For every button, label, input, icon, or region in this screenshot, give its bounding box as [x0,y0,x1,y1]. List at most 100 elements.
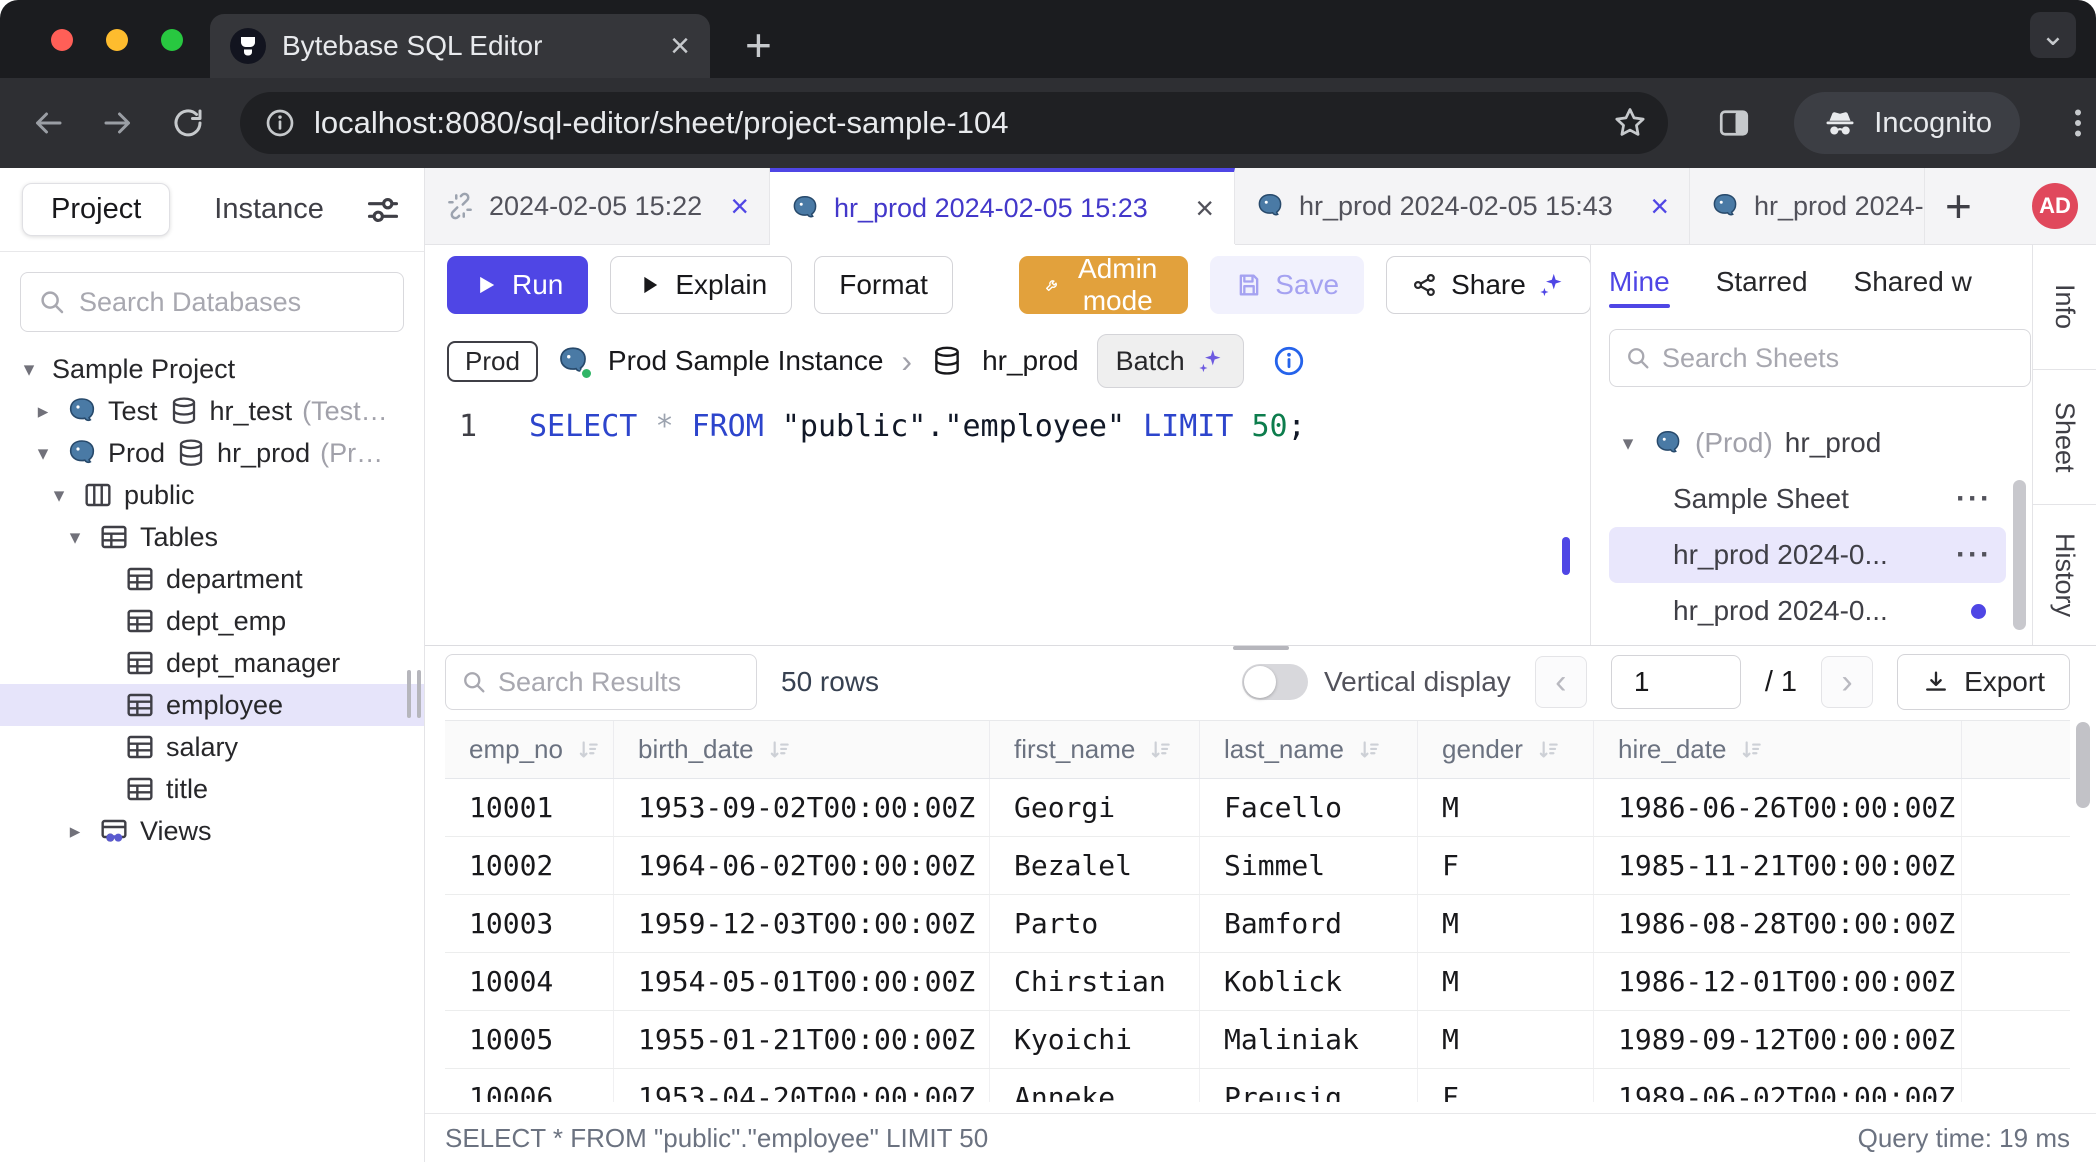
sheet-tab[interactable]: hr_prod 2024-02-05 15:23 × [770,168,1235,244]
run-button[interactable]: Run [447,256,588,314]
forward-icon[interactable] [100,105,136,141]
sidebar-resize-handle[interactable] [407,670,421,718]
panel-resize-handle[interactable] [1233,645,1289,650]
column-header[interactable]: emp_no [445,721,614,778]
sheet-search-input[interactable] [1662,343,2016,374]
tree-caret-icon[interactable]: ▸ [62,819,88,843]
tree-row[interactable]: department [0,558,424,600]
column-header[interactable]: last_name [1200,721,1418,778]
tree-row[interactable]: ▸ Views [0,810,424,852]
sheet-filter-tab[interactable]: Starred [1716,266,1808,304]
cell-gender: M [1418,779,1594,836]
cell-first-name: Bezalel [990,837,1200,894]
sheet-tab[interactable]: 2024-02-05 15:22 × [425,168,770,244]
more-icon[interactable]: ··· [1956,538,1992,572]
vertical-tab[interactable]: Sheet [2033,370,2096,505]
table-row[interactable]: 10001 1953-09-02T00:00:00Z Georgi Facell… [445,779,2070,837]
export-button[interactable]: Export [1897,654,2070,710]
prev-page-button[interactable]: ‹ [1535,656,1587,708]
tree-row[interactable]: ▸ Test hr_test (Test… [0,390,424,432]
browser-tab[interactable]: Bytebase SQL Editor × [210,14,710,78]
window-close-button[interactable] [51,29,73,51]
column-header[interactable]: hire_date [1594,721,1962,778]
address-bar[interactable]: localhost:8080/sql-editor/sheet/project-… [240,92,1668,154]
tree-caret-icon[interactable]: ▸ [30,399,56,423]
next-page-button[interactable]: › [1821,656,1873,708]
new-sheet-button[interactable]: + [1945,179,1972,233]
format-button[interactable]: Format [814,256,953,314]
tree-caret-icon[interactable]: ▾ [46,483,72,507]
sheet-tab[interactable]: hr_prod 2024-02-05 15:43 × [1235,168,1690,244]
tree-row[interactable]: title [0,768,424,810]
instance-name[interactable]: Prod Sample Instance [608,345,884,377]
vertical-display-toggle[interactable] [1242,664,1308,700]
batch-button[interactable]: Batch [1097,334,1244,388]
side-panel-icon[interactable] [1716,105,1752,141]
bookmark-star-icon[interactable] [1612,105,1648,141]
window-minimize-button[interactable] [106,29,128,51]
results-scrollbar[interactable] [2076,722,2090,808]
tree-row[interactable]: ▾ public [0,474,424,516]
table-row[interactable]: 10004 1954-05-01T00:00:00Z Chirstian Kob… [445,953,2070,1011]
window-zoom-button[interactable] [161,29,183,51]
reload-icon[interactable] [170,105,206,141]
sheet-name: Sample Sheet [1673,483,1849,515]
tree-caret-icon[interactable]: ▾ [16,357,42,381]
database-sidebar: Project Instance ▾ Sample Proj [0,168,425,1162]
tree-row[interactable]: dept_manager [0,642,424,684]
browser-new-tab-button[interactable]: + [745,18,772,72]
close-icon[interactable]: × [1195,192,1214,224]
database-name[interactable]: hr_prod [982,345,1079,377]
info-icon[interactable] [1272,344,1306,378]
tree-row[interactable]: ▾ Prod hr_prod (Pr… [0,432,424,474]
tree-row[interactable]: ▾ Sample Project [0,348,424,390]
database-search-input[interactable] [79,287,387,318]
sheet-tab[interactable]: hr_prod 2024-0 × [1690,168,1925,244]
tree-row[interactable]: salary [0,726,424,768]
tab-instance[interactable]: Instance [214,193,324,226]
save-button[interactable]: Save [1210,256,1364,314]
more-icon[interactable]: ··· [1956,482,1992,516]
explain-button[interactable]: Explain [610,256,792,314]
back-icon[interactable] [30,105,66,141]
admin-mode-button[interactable]: Admin mode [1019,256,1188,314]
filter-sliders-icon[interactable] [364,191,402,229]
tree-caret-icon[interactable]: ▾ [62,525,88,549]
column-header[interactable]: first_name [990,721,1200,778]
sheet-list-item[interactable]: hr_prod 2024-0... ··· [1609,399,2006,415]
column-header[interactable]: gender [1418,721,1594,778]
close-icon[interactable]: × [1650,190,1669,222]
table-row[interactable]: 10006 1953-04-20T00:00:00Z Anneke Preusi… [445,1069,2070,1102]
browser-menu-icon[interactable] [2060,105,2096,141]
share-button[interactable]: Share [1386,256,1591,314]
sheet-list-item[interactable]: Sample Sheet ··· [1609,471,2006,527]
sheet-list-item[interactable]: hr_prod 2024-0... [1609,583,2006,639]
column-header[interactable]: birth_date [614,721,990,778]
results-search-input[interactable] [498,667,742,698]
cell-gender: M [1418,895,1594,952]
table-row[interactable]: 10002 1964-06-02T00:00:00Z Bezalel Simme… [445,837,2070,895]
sheet-list-item[interactable]: hr_prod 2024-0... ··· [1609,527,2006,583]
tab-search-chevron-icon[interactable]: ⌄ [2030,12,2076,58]
tree-caret-icon[interactable]: ▾ [1615,431,1641,455]
close-icon[interactable]: × [730,190,749,222]
avatar[interactable]: AD [2032,183,2078,229]
tab-project[interactable]: Project [22,183,170,236]
tree-caret-icon[interactable]: ▾ [30,441,56,465]
sheet-panel-scrollbar[interactable] [2013,480,2026,630]
tree-row[interactable]: ▾ Tables [0,516,424,558]
editor-scroll-marker[interactable] [1562,537,1570,575]
table-row[interactable]: 10003 1959-12-03T00:00:00Z Parto Bamford… [445,895,2070,953]
code-editor[interactable]: 1 SELECT * FROM "public"."employee" LIMI… [425,397,1590,645]
tree-row[interactable]: employee [0,684,424,726]
sheet-list-item[interactable]: ▾ (Prod) hr_prod [1609,415,2006,471]
vertical-tab[interactable]: History [2033,505,2096,645]
tree-row[interactable]: dept_emp [0,600,424,642]
page-number-input[interactable] [1611,655,1741,709]
site-info-icon[interactable] [264,107,296,139]
browser-tab-close-icon[interactable]: × [670,29,690,63]
vertical-tab[interactable]: Info [2033,245,2096,370]
sheet-filter-tab[interactable]: Shared w [1854,266,1972,304]
sheet-filter-tab[interactable]: Mine [1609,266,1670,304]
table-row[interactable]: 10005 1955-01-21T00:00:00Z Kyoichi Malin… [445,1011,2070,1069]
